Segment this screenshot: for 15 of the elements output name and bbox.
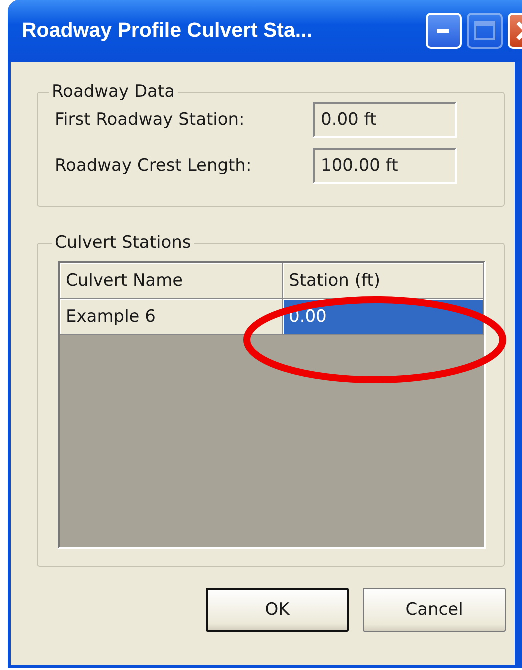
table-cell[interactable]: Example 6: [60, 299, 283, 335]
group-title: Culvert Stations: [54, 233, 192, 253]
maximize-icon: [474, 21, 496, 41]
window-title: Roadway Profile Culvert Sta...: [22, 19, 312, 43]
column-header[interactable]: Culvert Name: [60, 263, 283, 299]
group-title: Roadway Data: [51, 82, 176, 102]
column-header[interactable]: Station (ft): [283, 263, 484, 299]
field-label: Roadway Crest Length:: [55, 156, 253, 176]
minimize-button[interactable]: [426, 13, 462, 49]
readonly-field: 0.00 ft: [313, 102, 457, 138]
field-label: First Roadway Station:: [55, 110, 246, 130]
minimize-icon: [437, 28, 451, 34]
readonly-field: 100.00 ft: [313, 148, 457, 184]
cancel-button[interactable]: Cancel: [363, 588, 506, 632]
ok-button[interactable]: OK: [206, 588, 349, 632]
